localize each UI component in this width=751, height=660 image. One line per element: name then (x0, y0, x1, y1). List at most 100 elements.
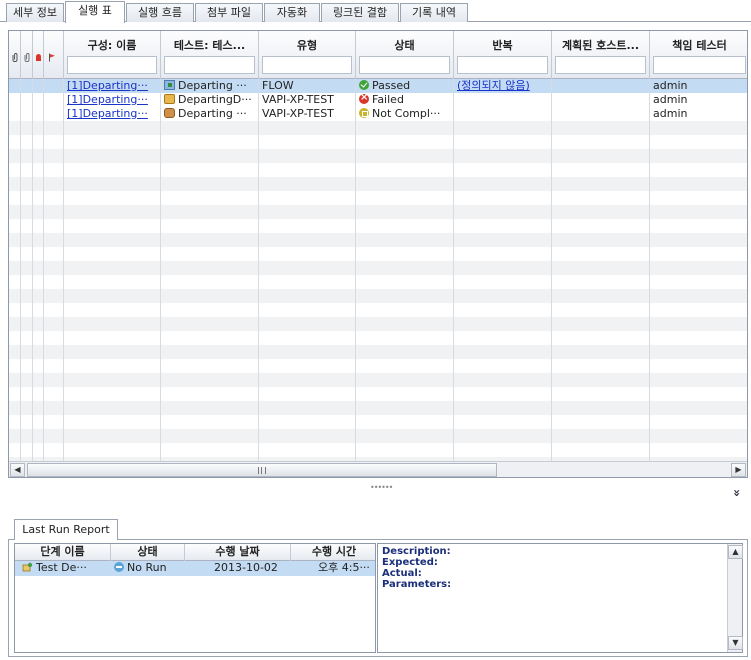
responsible-tester-cell: admin (653, 93, 688, 106)
empty-row (9, 247, 747, 261)
empty-row (9, 331, 747, 345)
vapi-test-icon (164, 108, 175, 118)
column-test-name[interactable]: 테스트: 테스... (161, 31, 259, 79)
step-time: 오후 4:5··· (318, 561, 370, 574)
tab-automation[interactable]: 자동화 (264, 3, 320, 22)
filter-planned-host[interactable] (555, 56, 646, 74)
grid-line (453, 79, 454, 461)
parameters-label: Parameters: (382, 579, 452, 590)
header-flag-col[interactable] (44, 31, 64, 79)
filter-config-name[interactable] (67, 56, 157, 74)
scroll-up-button[interactable]: ▲ (728, 545, 743, 559)
scroll-down-button[interactable]: ▼ (728, 636, 743, 650)
tab-attachments[interactable]: 첨부 파일 (195, 3, 263, 22)
pane-splitter[interactable]: •••••• (0, 482, 751, 492)
empty-row (9, 205, 747, 219)
column-responsible-tester[interactable]: 책임 테스터 (650, 31, 747, 79)
filter-status[interactable] (359, 56, 450, 74)
last-run-report-panel: 단계 이름 상태 수행 날짜 수행 시간 Test De··· No Run 2… (8, 539, 748, 657)
table-row[interactable]: [1]Departing··· Departing ··· VAPI-XP-TE… (9, 107, 747, 121)
empty-row (9, 373, 747, 387)
scroll-grip-icon (258, 467, 266, 474)
iterations-cell (454, 107, 552, 121)
column-iterations[interactable]: 반복 (454, 31, 552, 79)
column-step-name[interactable]: 단계 이름 (15, 544, 111, 561)
expected-label: Expected: (382, 557, 438, 568)
test-name: Departing ··· (178, 107, 247, 120)
column-planned-host[interactable]: 계획된 호스트... (552, 31, 650, 79)
no-run-icon (114, 562, 124, 572)
horizontal-scrollbar[interactable]: ◀ ▶ (9, 461, 747, 477)
step-details-pane: Description: Expected: Actual: Parameter… (377, 543, 743, 653)
scroll-thumb[interactable] (27, 463, 497, 477)
scroll-right-button[interactable]: ▶ (731, 463, 746, 477)
tab-details[interactable]: 세부 정보 (6, 3, 64, 22)
config-name-link[interactable]: [1]Departing··· (67, 79, 148, 92)
empty-row (9, 177, 747, 191)
tab-execution-grid[interactable]: 실행 표 (65, 1, 125, 23)
filter-type[interactable] (262, 56, 352, 74)
type-cell: VAPI-XP-TEST (262, 93, 334, 106)
grid-body: [1]Departing··· Departing ··· FLOW Passe… (9, 79, 747, 461)
column-step-status[interactable]: 상태 (111, 544, 185, 561)
grid-line (63, 79, 64, 461)
vapi-test-icon (164, 94, 175, 104)
step-date: 2013-10-02 (214, 561, 278, 574)
empty-row (9, 443, 747, 457)
header-attachment-alt-col[interactable] (21, 31, 33, 79)
empty-row (9, 415, 747, 429)
column-config-name[interactable]: 구성: 이름 (64, 31, 161, 79)
scroll-left-button[interactable]: ◀ (10, 463, 25, 477)
grid-line (160, 79, 161, 461)
tab-execution-flow[interactable]: 실행 흐름 (126, 3, 194, 22)
tab-history[interactable]: 기록 내역 (400, 3, 468, 22)
config-name-link[interactable]: [1]Departing··· (67, 93, 148, 106)
column-config-name-label: 구성: 이름 (87, 39, 137, 52)
table-row[interactable]: [1]Departing··· DepartingD··· VAPI-XP-TE… (9, 93, 747, 107)
tab-linked-defects[interactable]: 링크된 결함 (321, 3, 399, 22)
step-status: No Run (127, 561, 167, 574)
empty-row (9, 303, 747, 317)
filter-test-name[interactable] (164, 56, 255, 74)
column-status[interactable]: 상태 (356, 31, 454, 79)
grid-line (355, 79, 356, 461)
passed-icon (359, 80, 369, 90)
tab-last-run-report[interactable]: Last Run Report (14, 519, 118, 540)
step-icon (22, 562, 33, 572)
filter-iterations[interactable] (457, 56, 548, 74)
empty-row (9, 359, 747, 373)
not-completed-icon (359, 108, 369, 118)
grid-line (649, 79, 650, 461)
empty-row (9, 429, 747, 443)
steps-grid: 단계 이름 상태 수행 날짜 수행 시간 Test De··· No Run 2… (14, 543, 376, 653)
actual-label: Actual: (382, 568, 422, 579)
details-vertical-scrollbar[interactable]: ▲ ▼ (727, 544, 743, 652)
empty-row (9, 401, 747, 415)
collapse-pane-button[interactable]: » (730, 489, 744, 497)
column-exec-date[interactable]: 수행 날짜 (185, 544, 291, 561)
column-exec-time[interactable]: 수행 시간 (291, 544, 375, 561)
planned-host-cell (552, 93, 650, 107)
header-alert-col[interactable] (33, 31, 44, 79)
step-row[interactable]: Test De··· No Run 2013-10-02 오후 4:5··· (15, 561, 375, 576)
description-label: Description: (382, 546, 451, 557)
empty-row (9, 121, 747, 135)
column-type[interactable]: 유형 (259, 31, 356, 79)
status-text: Failed (372, 93, 404, 106)
column-type-label: 유형 (296, 39, 318, 52)
table-row[interactable]: [1]Departing··· Departing ··· FLOW Passe… (9, 79, 747, 93)
test-name: DepartingD··· (178, 93, 252, 106)
responsible-tester-cell: admin (653, 107, 688, 120)
responsible-tester-cell: admin (653, 79, 688, 92)
empty-row (9, 191, 747, 205)
execution-grid: 구성: 이름 테스트: 테스... 유형 상태 반복 계획된 호스트... 책임… (8, 30, 748, 478)
attachment-icon (12, 53, 18, 62)
flow-test-icon (164, 80, 175, 90)
filter-responsible-tester[interactable] (653, 56, 746, 74)
config-name-link[interactable]: [1]Departing··· (67, 107, 148, 120)
grid-line (32, 79, 33, 461)
alert-icon (36, 54, 41, 61)
step-name: Test De··· (36, 561, 87, 574)
iterations-link[interactable]: (정의되지 않음) (457, 79, 530, 92)
header-attachment-col[interactable] (9, 31, 21, 79)
